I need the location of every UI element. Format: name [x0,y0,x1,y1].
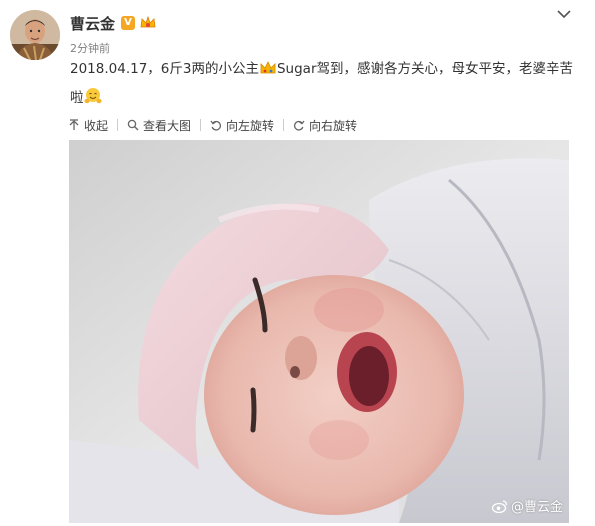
rotate-left-icon [210,120,222,131]
rotate-right-icon [294,120,305,131]
hugging-emoji-icon [83,87,102,114]
user-avatar[interactable] [10,10,60,60]
rotate-right-label: 向右旋转 [309,118,358,133]
photo-watermark: @曹云金 [491,496,563,515]
divider [117,119,119,131]
rotate-left-label: 向左旋转 [226,118,275,133]
crown-emoji-icon [259,59,277,85]
view-large-button[interactable]: 查看大图 [127,117,191,134]
divider [283,119,285,131]
arrow-up-icon [69,119,79,130]
post-timestamp[interactable]: 2分钟前 [70,40,110,56]
post-text-part-1: 2018.04.17，6斤3两的小公主 [70,61,259,77]
search-icon [127,119,139,131]
verified-badge-icon[interactable]: V [121,16,136,30]
weibo-logo-icon [491,499,508,513]
post-photo[interactable]: @曹云金 [69,140,569,523]
collapse-button[interactable]: 收起 [68,117,108,134]
chevron-down-icon[interactable] [555,6,573,20]
watermark-handle: @曹云金 [510,500,563,515]
collapse-label: 收起 [84,118,109,133]
image-toolbar: 收起 查看大图 向左旋转 向右旋转 [68,116,357,134]
view-large-label: 查看大图 [143,118,192,133]
rotate-right-button[interactable]: 向右旋转 [293,117,357,134]
rotate-left-button[interactable]: 向左旋转 [210,117,274,134]
post-text: 2018.04.17，6斤3两的小公主 Sugar驾到，感谢各方关心，母女平安，老… [70,56,575,114]
member-crown-icon[interactable] [139,15,157,31]
post-header: 曹云金 V [70,12,157,34]
divider [200,119,202,131]
username-link[interactable]: 曹云金 [70,13,115,34]
